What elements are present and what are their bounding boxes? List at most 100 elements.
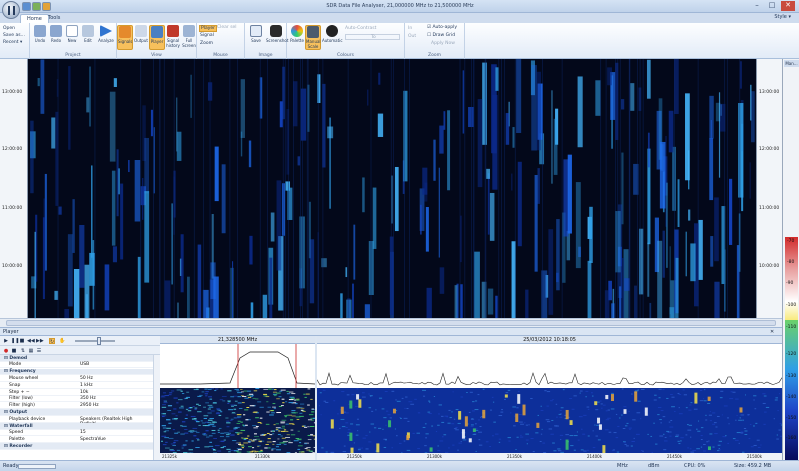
undo-button[interactable]: Undo [32,25,48,50]
scrollbar-thumb[interactable] [6,320,776,326]
panel-close-icon[interactable]: ✕ [770,329,774,335]
property-row[interactable]: Snap 1 kHz [0,382,153,389]
zoom-spectrum-panel: 21,328500 MHz 21325k 21330k [160,336,319,460]
property-row[interactable]: Mouse wheel 50 Hz [0,375,153,382]
player-button[interactable]: Player [149,25,165,50]
property-row[interactable]: Playback deviceSpeakers (Realtek High De… [0,416,153,427]
signal-history-button[interactable]: Signal history [165,25,181,50]
zoom-group: In Out ☑ Auto-apply ☐ Draw Grid Apply No… [405,23,465,59]
property-category[interactable]: ⊟ Demod [0,355,153,362]
main-waterfall[interactable] [0,59,782,407]
db-label: -140 [786,395,797,400]
edit-button[interactable]: Edit [80,25,96,50]
output-icon [135,25,147,37]
file-group: Open Save as... Recent ▾ [0,23,30,59]
mouse-signal-toggle[interactable]: Signal [200,33,214,38]
application-menu-button[interactable] [2,1,20,19]
property-value[interactable]: 10k [80,390,88,395]
property-row[interactable]: Speed 15 [0,430,153,437]
redo-button[interactable]: Redo [48,25,64,50]
save-image-button[interactable]: Save [248,25,264,50]
grid-icon[interactable]: ▦ [28,348,34,354]
zoom-in-button[interactable]: In [408,26,412,31]
list-icon[interactable]: ☰ [36,348,42,354]
horizontal-scrollbar[interactable] [0,318,782,327]
open-item[interactable]: Open [3,26,15,31]
stop-icon[interactable]: ■ [19,338,25,344]
maximize-button[interactable]: □ [765,1,779,11]
scale-panel-title[interactable]: Man... [784,60,799,67]
auto-apply-checkbox[interactable]: ☑ Auto-apply [427,25,457,30]
property-value[interactable]: SpectraVue [80,437,106,442]
property-category[interactable]: ⊟ Waterfall [0,423,153,430]
pause-logo-icon [8,6,15,15]
view-group: Signals Output Player Signal history Ful… [117,23,197,59]
dbm-label: dBm [648,463,660,469]
rewind-icon[interactable]: ◀◀ [27,338,35,344]
stop-record-icon[interactable]: ■ [11,348,17,354]
volume-slider-knob[interactable] [97,337,101,345]
property-value[interactable]: 350 Hz [80,396,96,401]
play-icon[interactable]: ▶ [3,338,9,344]
clear-selection-button[interactable]: Clear sel [217,25,237,30]
draw-grid-checkbox[interactable]: ☐ Draw Grid [427,33,455,38]
mouse-player-toggle[interactable]: Player [199,25,218,32]
loop-icon[interactable]: ↻ [49,338,55,345]
player-toolbar-secondary: ● ■ ⇅ ▦ ☰ [0,346,160,355]
analyze-button[interactable]: Analyze [96,25,116,50]
zoom-waterfall[interactable] [160,388,319,454]
property-category[interactable]: ⊟ Recorder [0,443,153,450]
property-value[interactable]: USB [80,362,89,367]
property-row[interactable]: Filter (low) 350 Hz [0,396,153,403]
zoom-out-button[interactable]: Out [408,34,416,39]
ribbon: Open Save as... Recent ▾ Undo Redo New E… [0,23,799,59]
manual-scale-button[interactable]: Manual Scale [305,25,321,50]
property-scrollbar[interactable] [153,355,160,460]
property-key: Mode [9,362,22,368]
property-key: ⊟ Output [4,409,28,415]
close-button[interactable]: ✕ [781,1,795,11]
db-label: -160 [786,436,797,441]
property-row[interactable]: Mode USB [0,362,153,369]
volume-slider[interactable] [75,340,115,342]
colours-group: Palette Manual Scale Automatic Auto-Cont… [287,23,405,59]
contrast-range-field[interactable]: To [345,34,400,40]
zoom-spectrum-graph[interactable] [160,344,316,388]
db-label: -90 [786,281,794,286]
sort-icon[interactable]: ⇅ [20,348,26,354]
full-waterfall[interactable] [317,388,786,458]
apply-now-button[interactable]: Apply Now [431,41,455,46]
property-category[interactable]: ⊟ Frequency [0,368,153,376]
recent-item[interactable]: Recent ▾ [3,40,22,45]
output-button[interactable]: Output [133,25,149,50]
property-value[interactable]: 1 kHz [80,383,93,388]
property-value[interactable]: 2950 Hz [80,403,99,408]
screenshot-button[interactable]: Screenshot [266,25,288,50]
pause-icon[interactable]: ❚❚ [11,338,19,344]
record-icon[interactable]: ● [3,348,9,354]
tab-tools[interactable]: Tools [42,14,66,23]
property-value[interactable]: 15 [80,430,86,435]
palette-button[interactable]: Palette [289,25,305,50]
property-value[interactable]: 50 Hz [80,376,93,381]
save-icon[interactable] [32,2,41,11]
freq-tick: 21325k [162,454,178,459]
open-icon[interactable] [22,2,31,11]
save-as-item[interactable]: Save as... [3,33,25,38]
signals-button[interactable]: Signals [117,25,133,50]
property-row[interactable]: Step + − 10k [0,389,153,396]
full-screen-button[interactable]: Full Screen [181,25,197,50]
new-button[interactable]: New [64,25,80,50]
mouse-group-label: Mouse [213,53,228,58]
hand-icon[interactable]: ✋ [59,338,65,344]
full-spectrum-graph[interactable] [316,344,783,388]
mouse-zoom-toggle[interactable]: Zoom [200,41,213,46]
forward-icon[interactable]: ▶▶ [36,338,44,344]
minimize-button[interactable]: – [750,1,764,11]
property-row[interactable]: Palette SpectraVue [0,437,153,444]
settings-icon[interactable] [42,2,51,11]
automatic-button[interactable]: Automatic [322,25,343,50]
property-row[interactable]: Filter (high) 2950 Hz [0,403,153,410]
style-menu[interactable]: Style ▾ [774,14,791,20]
property-category[interactable]: ⊟ Output [0,409,153,416]
